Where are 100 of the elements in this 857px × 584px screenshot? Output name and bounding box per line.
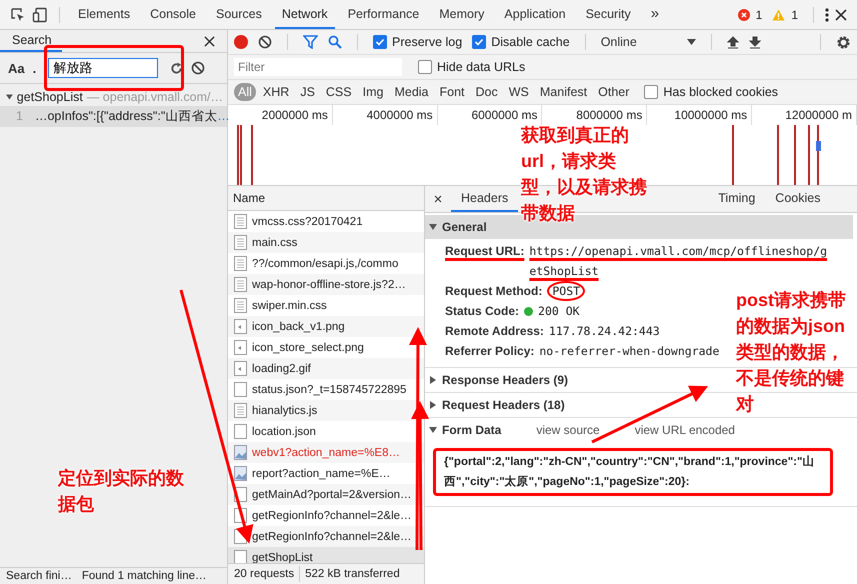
error-icon [738,8,750,20]
file-icon [234,382,247,397]
inspect-icon[interactable] [10,6,26,22]
search-panel-title[interactable]: Search [0,30,62,52]
panel-tab[interactable]: Elements [71,0,138,29]
checkbox[interactable] [472,35,486,49]
clear-icon[interactable] [191,61,206,75]
detail-tab[interactable]: Cookies [765,186,830,212]
view-mode-link[interactable]: view URL encoded [634,423,735,437]
section-title[interactable]: Response Headers (9) [442,373,568,387]
header-label: Request Method: [445,283,542,300]
request-name[interactable]: icon_store_select.png [252,342,364,354]
checkbox[interactable] [418,60,432,74]
menu-icon[interactable] [825,8,829,22]
request-name[interactable]: swiper.min.css [252,300,327,312]
search-field[interactable]: 解放路 [48,58,158,78]
form-data-payload: {"portal":2,"lang":"zh-CN","country":"CN","brand":1,"province":"山西","city":"太原","pageNo":1,"pageSize":20}: [433,448,833,496]
column-header[interactable]: Name [228,186,424,211]
panel-tab[interactable]: Performance [340,0,426,29]
device-icon[interactable] [32,6,48,22]
type-filter-button[interactable]: WS [504,83,533,101]
result-url: — openapi.vmall.com/… [86,90,223,104]
expand-arrow-icon[interactable] [429,223,437,231]
checkbox-label[interactable]: Preserve log [392,35,462,49]
checkbox[interactable] [373,35,387,49]
transferred-size: 522 kB transferred [305,568,400,580]
type-filter-button[interactable]: Media [390,83,432,101]
panel-tab[interactable]: Memory [432,0,492,29]
search-match-count: Found 1 matching line… [82,570,206,582]
header-value: no-referrer-when-downgrade [539,343,720,360]
type-filter-button[interactable]: CSS [322,83,356,101]
request-name[interactable]: location.json [252,426,316,438]
expand-arrow-icon[interactable] [429,376,437,384]
detail-tab[interactable]: Headers [451,186,518,212]
request-name[interactable]: report?action_name=%E… [252,468,390,480]
search-result-row[interactable]: 1 …opInfos":[{"address":"山西省太… [0,106,227,127]
type-filter-button[interactable]: XHR [258,83,294,101]
match-case-toggle[interactable]: Aa [8,60,25,76]
request-name[interactable]: ??/common/esapi.js,/commo [252,258,398,270]
file-icon [234,424,247,439]
type-filter-button[interactable]: Img [358,83,388,101]
panel-tab[interactable]: Application [497,0,573,29]
record-button[interactable] [234,35,248,49]
header-value: 117.78.24.42:443 [548,323,660,340]
header-label: Remote Address: [445,323,544,340]
request-name[interactable]: getRegionInfo?channel=2&le… [252,510,412,522]
expand-arrow-icon[interactable] [429,426,437,434]
expand-arrow-icon[interactable] [6,93,13,101]
request-name[interactable]: hianalytics.js [252,404,318,416]
checkbox-label[interactable]: Has blocked cookies [663,85,778,99]
checkbox-label[interactable]: Disable cache [491,35,570,49]
throttling-dropdown[interactable]: Online [600,35,696,49]
header-label: Referrer Policy: [445,343,534,360]
clear-icon[interactable] [258,35,272,49]
close-icon[interactable] [204,36,215,46]
request-name[interactable]: main.css [252,236,298,248]
header-label: Request URL: [445,243,524,260]
more-tabs-button[interactable]: » [644,0,666,29]
request-name[interactable]: status.json?_t=158745722895 [252,384,406,396]
section-title[interactable]: Form Data [442,423,502,437]
request-name[interactable]: vmcss.css?20170421 [252,216,363,228]
warning-count[interactable]: 1 [791,8,798,22]
annotation-note: post请求携带 的数据为json 类型的数据， 不是传统的键 对 [736,289,846,416]
checkbox[interactable] [644,85,658,99]
checkbox-label[interactable]: Hide data URLs [437,60,526,74]
panel-tab[interactable]: Sources [208,0,269,29]
type-filter-button[interactable]: JS [296,83,319,101]
filter-icon[interactable] [303,35,318,49]
result-file-name[interactable]: getShopList [16,90,83,104]
close-button[interactable]: × [425,190,451,208]
request-name[interactable]: loading2.gif [252,362,311,374]
picture-file-icon [234,466,247,481]
settings-icon[interactable] [836,34,851,50]
document-icon [234,235,247,250]
type-filter-button[interactable]: Manifest [536,83,592,101]
type-filter-button[interactable]: Font [436,83,469,101]
download-icon[interactable] [748,36,761,48]
document-icon [234,277,247,292]
checkmark-icon [474,37,484,47]
search-icon[interactable] [328,35,342,49]
regex-toggle[interactable]: . [32,60,36,76]
timeline-tick-label: 10000000 ms [647,105,752,125]
refresh-icon[interactable] [170,62,184,74]
section-title[interactable]: General [442,220,487,234]
panel-tab[interactable]: Console [143,0,203,29]
header-label: Status Code: [445,303,520,320]
upload-icon[interactable] [726,36,739,48]
error-count[interactable]: 1 [756,8,762,22]
expand-arrow-icon[interactable] [429,401,437,409]
type-filter-button[interactable]: Other [594,83,634,101]
header-value: POST [547,281,586,301]
close-icon[interactable] [835,8,847,20]
filter-field[interactable]: Filter [234,58,402,76]
detail-tab[interactable]: Timing [708,186,766,212]
panel-tab[interactable]: Security [578,0,638,29]
section-title[interactable]: Request Headers (18) [442,398,565,412]
document-icon [234,298,247,313]
type-filter-button[interactable]: Doc [472,83,502,101]
view-mode-link[interactable]: view source [536,423,600,437]
image-file-icon [234,340,247,355]
